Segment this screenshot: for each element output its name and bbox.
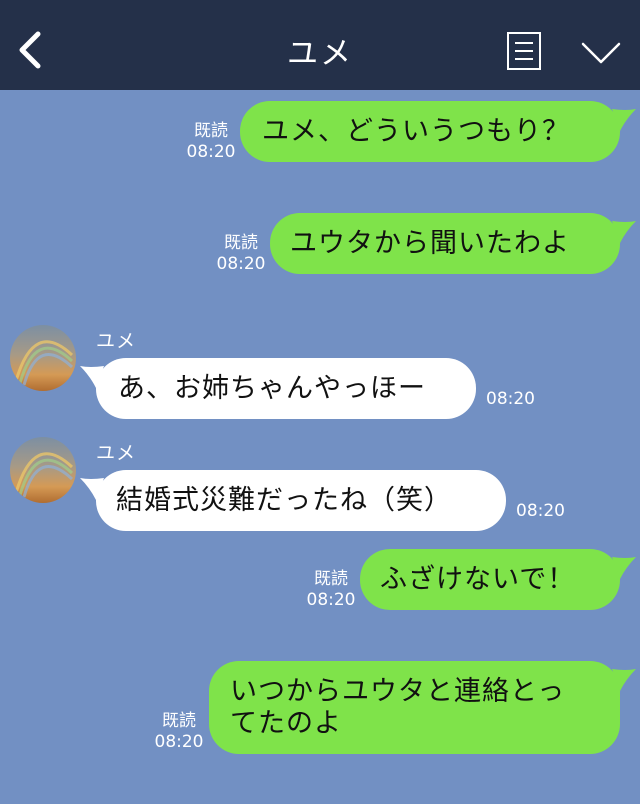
message-bubble-incoming[interactable]: 結婚式災難だったね（笑） [80,470,506,531]
menu-icon[interactable] [506,31,542,71]
message-text: あ、お姉ちゃんやっほー [118,372,426,404]
message-text: ユメ、どういうつもり？ [262,115,570,147]
rainbow-avatar-icon [14,452,74,498]
read-label: 既読 [224,233,258,253]
avatar[interactable] [10,437,76,503]
chat-header: ユメ [0,0,640,90]
message-time: 08:20 [516,501,565,521]
message-bubble-outgoing[interactable]: ふざけないで！ [360,549,636,610]
rainbow-avatar-icon [14,340,74,386]
message-time: 08:20 [216,254,266,274]
sender-name: ユメ [96,442,137,464]
message-status: 既読 08:20 [216,233,266,275]
chevron-down-icon[interactable] [580,40,622,66]
message-bubble-outgoing[interactable]: ユウタから聞いたわよ [270,213,636,274]
chat-title: ユメ [287,36,353,72]
sender-name: ユメ [96,330,137,352]
message-text: 結婚式災難だったね（笑） [116,484,452,516]
message-text: ふざけないで！ [380,563,576,595]
message-status: 既読 08:20 [186,121,236,163]
message-time: 08:20 [306,590,356,610]
read-label: 既読 [314,569,348,589]
message-time: 08:20 [186,142,236,162]
message-time: 08:20 [154,732,204,752]
message-text: いつからユウタと連絡とっ てたのよ [230,675,566,739]
message-bubble-incoming[interactable]: あ、お姉ちゃんやっほー [80,358,476,419]
message-time: 08:20 [486,389,535,409]
chevron-left-icon[interactable] [12,28,48,72]
read-label: 既読 [162,711,196,731]
message-text: ユウタから聞いたわよ [290,227,570,259]
message-status: 既読 08:20 [154,711,204,753]
read-label: 既読 [194,121,228,141]
message-status: 既読 08:20 [306,569,356,611]
avatar[interactable] [10,325,76,391]
message-bubble-outgoing[interactable]: いつからユウタと連絡とっ てたのよ [209,661,636,754]
message-bubble-outgoing[interactable]: ユメ、どういうつもり？ [240,101,636,162]
